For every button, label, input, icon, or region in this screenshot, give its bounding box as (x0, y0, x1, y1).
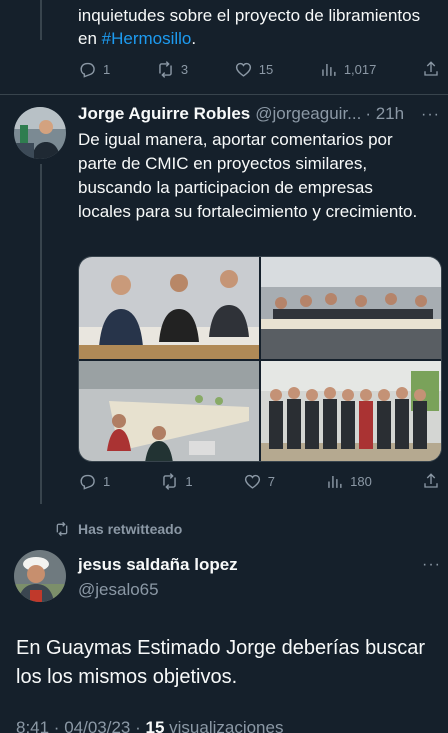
tweet-photo[interactable] (261, 257, 441, 359)
heart-icon (235, 62, 251, 77)
author-handle[interactable]: @jorgeaguir... (255, 104, 361, 124)
reply-button[interactable]: 1 (78, 472, 110, 491)
tweet-photo[interactable] (261, 361, 441, 461)
retweeted-indicator: Has retwitteado (54, 521, 182, 537)
tweet-time[interactable]: · 21h (365, 104, 404, 124)
tweet-text: inquietudes sobre el proyecto de librami… (78, 6, 421, 48)
avatar-image (14, 107, 66, 159)
thread-line-middle (40, 164, 42, 504)
tweet-photo[interactable] (79, 257, 259, 359)
avatar[interactable] (14, 107, 66, 159)
share-icon (424, 473, 438, 488)
photo-image (79, 361, 259, 461)
views-button[interactable]: 180 (325, 472, 372, 491)
views-label: visualizaciones (164, 718, 284, 733)
photo-image (261, 361, 441, 461)
tweet-timestamp[interactable]: 8:41 · 04/03/23 · (16, 718, 145, 733)
retweet-button[interactable]: 3 (156, 60, 188, 79)
share-icon (424, 61, 438, 76)
more-icon[interactable]: ··· (422, 556, 441, 574)
tweet-actions: 1 1 7 180 (78, 469, 440, 493)
tweet-meta: 8:41 · 04/03/23 · 15 visualizaciones (16, 718, 283, 733)
tweet-text: De igual manera, aportar comentarios por… (78, 130, 418, 221)
reply-icon (80, 474, 95, 490)
tweet-header: Jorge Aguirre Robles @jorgeaguir... · 21… (78, 104, 440, 124)
avatar[interactable] (14, 550, 66, 602)
reply-button[interactable]: 1 (78, 60, 110, 79)
tweet-text: En Guaymas Estimado Jorge deberías busca… (16, 637, 426, 688)
share-button[interactable] (422, 60, 440, 78)
views-icon (322, 63, 336, 76)
share-button[interactable] (422, 472, 440, 490)
photo-image (79, 257, 259, 359)
like-button[interactable]: 7 (243, 472, 275, 491)
tweet-photo[interactable] (79, 361, 259, 461)
reply-icon (80, 62, 95, 78)
tweet-media-grid[interactable] (78, 256, 442, 462)
hashtag-link[interactable]: #Hermosillo (102, 29, 192, 48)
author-name[interactable]: Jorge Aguirre Robles (78, 104, 250, 124)
retweet-icon (163, 472, 177, 490)
like-button[interactable]: 15 (234, 60, 273, 79)
avatar-image (14, 550, 66, 602)
retweet-icon (56, 521, 68, 537)
retweet-icon (159, 60, 172, 78)
views-button[interactable]: 1,017 (319, 60, 376, 79)
author-handle[interactable]: @jesalo65 (78, 580, 159, 600)
tweet-actions: 1 3 15 1,017 (78, 57, 440, 81)
heart-icon (244, 474, 260, 489)
views-icon (328, 475, 342, 488)
views-count: 15 (145, 718, 165, 733)
author-name[interactable]: jesus saldaña lopez (78, 555, 238, 575)
more-icon[interactable]: ··· (421, 106, 440, 124)
divider (0, 94, 448, 95)
photo-image (261, 257, 441, 359)
tweet-previous[interactable]: inquietudes sobre el proyecto de librami… (0, 0, 448, 100)
retweet-button[interactable]: 1 (160, 472, 193, 491)
